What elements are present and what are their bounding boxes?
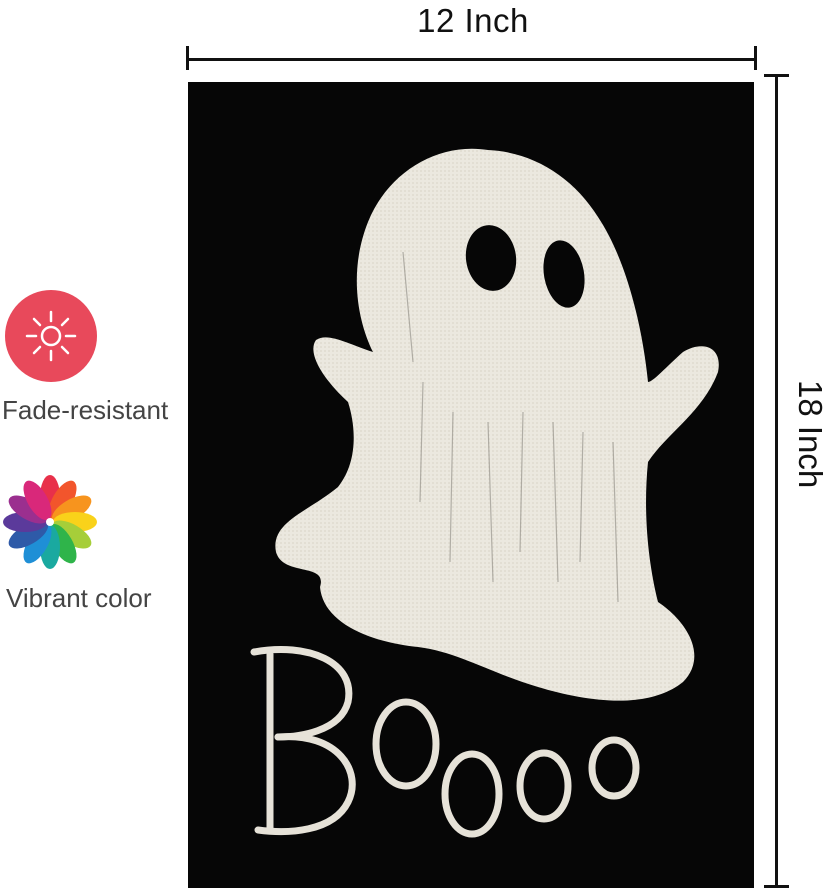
width-dimension-line <box>188 58 756 61</box>
height-dimension-cap-bottom <box>764 885 789 888</box>
ghost-flag-image <box>188 82 754 888</box>
color-wheel-icon <box>2 474 98 570</box>
height-dimension-line <box>775 75 778 887</box>
vibrant-color-label: Vibrant color <box>6 583 152 613</box>
width-dimension-cap-right <box>754 46 757 70</box>
sun-icon <box>5 290 97 382</box>
fade-resistant-label: Fade-resistant <box>2 395 169 425</box>
width-dimension-cap-left <box>186 46 189 70</box>
height-dimension-label: 18 Inch <box>792 380 827 489</box>
ghost-illustration <box>250 148 719 838</box>
width-dimension-label: 12 Inch <box>417 2 529 39</box>
height-dimension-cap-top <box>764 74 789 77</box>
